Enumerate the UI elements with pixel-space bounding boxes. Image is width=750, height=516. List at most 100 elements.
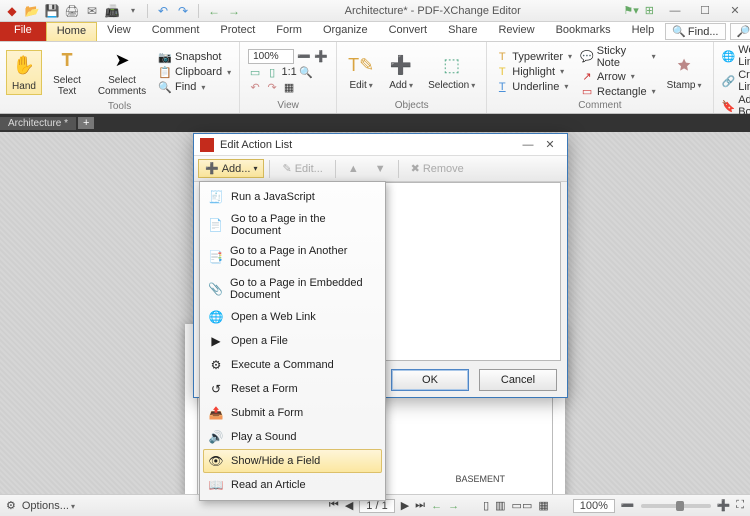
nav-fwd-icon[interactable]: → (448, 500, 459, 512)
tab-home[interactable]: Home (46, 22, 97, 41)
zoom-out-icon[interactable]: ➖ (297, 50, 311, 64)
zoom-field[interactable]: 100% (573, 499, 615, 513)
layout-cont-facing-icon[interactable]: ▦ (538, 499, 548, 512)
dropdown-item[interactable]: 📑Go to a Page in Another Document (203, 241, 382, 273)
tab-comment[interactable]: Comment (142, 22, 211, 41)
qat-more-icon[interactable] (124, 3, 140, 19)
save-icon[interactable]: 💾 (44, 3, 60, 19)
link-icon: 🔗 (722, 74, 736, 88)
selection-button[interactable]: ⬚Selection (423, 49, 480, 94)
sticky-note-tool[interactable]: 💬Sticky Note (578, 45, 658, 69)
zoom-in-status-icon[interactable]: ➕ (717, 499, 731, 512)
new-tab-button[interactable]: + (78, 117, 94, 129)
gear-icon[interactable]: ⚙ (6, 499, 16, 512)
underline-tool[interactable]: TUnderline (493, 80, 574, 94)
dropdown-item[interactable]: ▶Open a File (203, 329, 382, 353)
document-tab[interactable]: Architecture * (0, 117, 77, 130)
layout-facing-icon[interactable]: ▭▭ (512, 499, 533, 512)
next-page-icon[interactable]: ▶ (401, 499, 409, 512)
web-links-button[interactable]: 🌐Web Links (720, 44, 750, 68)
select-text-tool[interactable]: 𝐓Select Text (46, 44, 88, 100)
open-icon[interactable]: 📂 (24, 3, 40, 19)
scan-icon[interactable]: 📠 (104, 3, 120, 19)
minimize-button[interactable]: — (660, 0, 690, 22)
window-title: Architecture* - PDF-XChange Editor (242, 5, 623, 17)
layout-cont-icon[interactable]: ▥ (495, 499, 505, 512)
dropdown-item[interactable]: 📎Go to a Page in Embedded Document (203, 273, 382, 305)
edit-action-button[interactable]: ✎Edit... (275, 159, 329, 178)
page-layout-icon[interactable]: ▦ (282, 80, 296, 94)
add-action-button[interactable]: ➕Add...▾ (198, 159, 264, 178)
tab-protect[interactable]: Protect (210, 22, 266, 41)
find-button[interactable]: 🔍Find... (665, 23, 725, 40)
fit-width-icon[interactable]: ▯ (265, 65, 279, 79)
remove-action-button[interactable]: ✖Remove (404, 159, 471, 178)
snapshot-tool[interactable]: 📷Snapshot (156, 50, 233, 64)
tab-review[interactable]: Review (488, 22, 545, 41)
tab-form[interactable]: Form (266, 22, 313, 41)
redo-icon[interactable]: ↷ (175, 3, 191, 19)
separator (147, 4, 148, 18)
rectangle-tool[interactable]: ▭Rectangle (578, 85, 658, 99)
select-comments-tool[interactable]: ➤Select Comments (92, 44, 152, 100)
move-down-button[interactable]: ▼ (368, 160, 393, 178)
last-page-icon[interactable]: ⏭ (415, 499, 425, 512)
zoom-combo[interactable]: 100% (248, 49, 294, 64)
rotate-ccw-icon[interactable]: ↶ (248, 80, 262, 94)
undo-icon[interactable]: ↶ (155, 3, 171, 19)
dropdown-item[interactable]: 📤Submit a Form (203, 401, 382, 425)
email-icon[interactable]: ✉ (84, 3, 100, 19)
find-icon: 🔍 (672, 25, 686, 38)
hand-tool[interactable]: ✋Hand (6, 50, 42, 95)
zoom-slider[interactable] (641, 504, 711, 508)
zoom-region-icon[interactable]: 🔍 (299, 65, 313, 79)
layout-single-icon[interactable]: ▯ (483, 499, 489, 512)
fit-page-icon[interactable]: ▭ (248, 65, 262, 79)
dialog-close-button[interactable]: ✕ (539, 136, 561, 154)
search-button[interactable]: 🔎Search... (730, 23, 750, 40)
arrow-tool[interactable]: ↗Arrow (578, 70, 658, 84)
tab-bookmarks[interactable]: Bookmarks (546, 22, 622, 41)
typewriter-tool[interactable]: TTypewriter (493, 50, 574, 64)
tab-view[interactable]: View (97, 22, 142, 41)
tab-convert[interactable]: Convert (379, 22, 439, 41)
zoom-out-status-icon[interactable]: ➖ (621, 499, 635, 512)
tab-help[interactable]: Help (622, 22, 666, 41)
ok-button[interactable]: OK (391, 369, 469, 391)
dropdown-item[interactable]: 📖Read an Article (203, 473, 382, 497)
move-up-button[interactable]: ▲ (341, 160, 366, 178)
highlight-tool[interactable]: THighlight (493, 65, 574, 79)
zoom-in-icon[interactable]: ➕ (314, 50, 328, 64)
cancel-button[interactable]: Cancel (479, 369, 557, 391)
back-icon[interactable]: ← (206, 3, 222, 19)
ui-config-icon[interactable]: ⚑▾ (623, 4, 638, 17)
clipboard-tool[interactable]: 📋Clipboard (156, 65, 233, 79)
stamp-button[interactable]: 🟊Stamp (662, 49, 707, 94)
dropdown-item[interactable]: 🌐Open a Web Link (203, 305, 382, 329)
forward-icon[interactable]: → (226, 3, 242, 19)
print-icon[interactable]: 🖨 (64, 3, 80, 19)
actual-size-icon[interactable]: 1:1 (282, 65, 296, 79)
layout-icon[interactable]: ⊞ (645, 4, 654, 17)
dropdown-item[interactable]: ↺Reset a Form (203, 377, 382, 401)
dropdown-item[interactable]: ⚙Execute a Command (203, 353, 382, 377)
dropdown-item[interactable]: 🧾Run a JavaScript (203, 185, 382, 209)
options-button[interactable]: Options... (22, 500, 75, 512)
edit-button[interactable]: T✎Edit (343, 49, 379, 94)
close-button[interactable]: ✕ (720, 0, 750, 22)
tab-share[interactable]: Share (438, 22, 488, 41)
find-tool[interactable]: 🔍Find (156, 80, 233, 94)
file-tab[interactable]: File (0, 22, 46, 41)
tab-organize[interactable]: Organize (313, 22, 379, 41)
maximize-button[interactable]: ☐ (690, 0, 720, 22)
dropdown-item[interactable]: 🔊Play a Sound (203, 425, 382, 449)
create-link-button[interactable]: 🔗Create Link (720, 69, 750, 93)
dialog-minimize-button[interactable]: — (517, 136, 539, 154)
nav-back-icon[interactable]: ← (431, 500, 442, 512)
rotate-cw-icon[interactable]: ↷ (265, 80, 279, 94)
dialog-titlebar[interactable]: Edit Action List — ✕ (194, 134, 567, 156)
fullscreen-icon[interactable]: ⛶ (736, 499, 744, 512)
dropdown-item[interactable]: 📄Go to a Page in the Document (203, 209, 382, 241)
add-button[interactable]: ➕Add (383, 49, 419, 94)
dropdown-item[interactable]: 👁Show/Hide a Field (203, 449, 382, 473)
